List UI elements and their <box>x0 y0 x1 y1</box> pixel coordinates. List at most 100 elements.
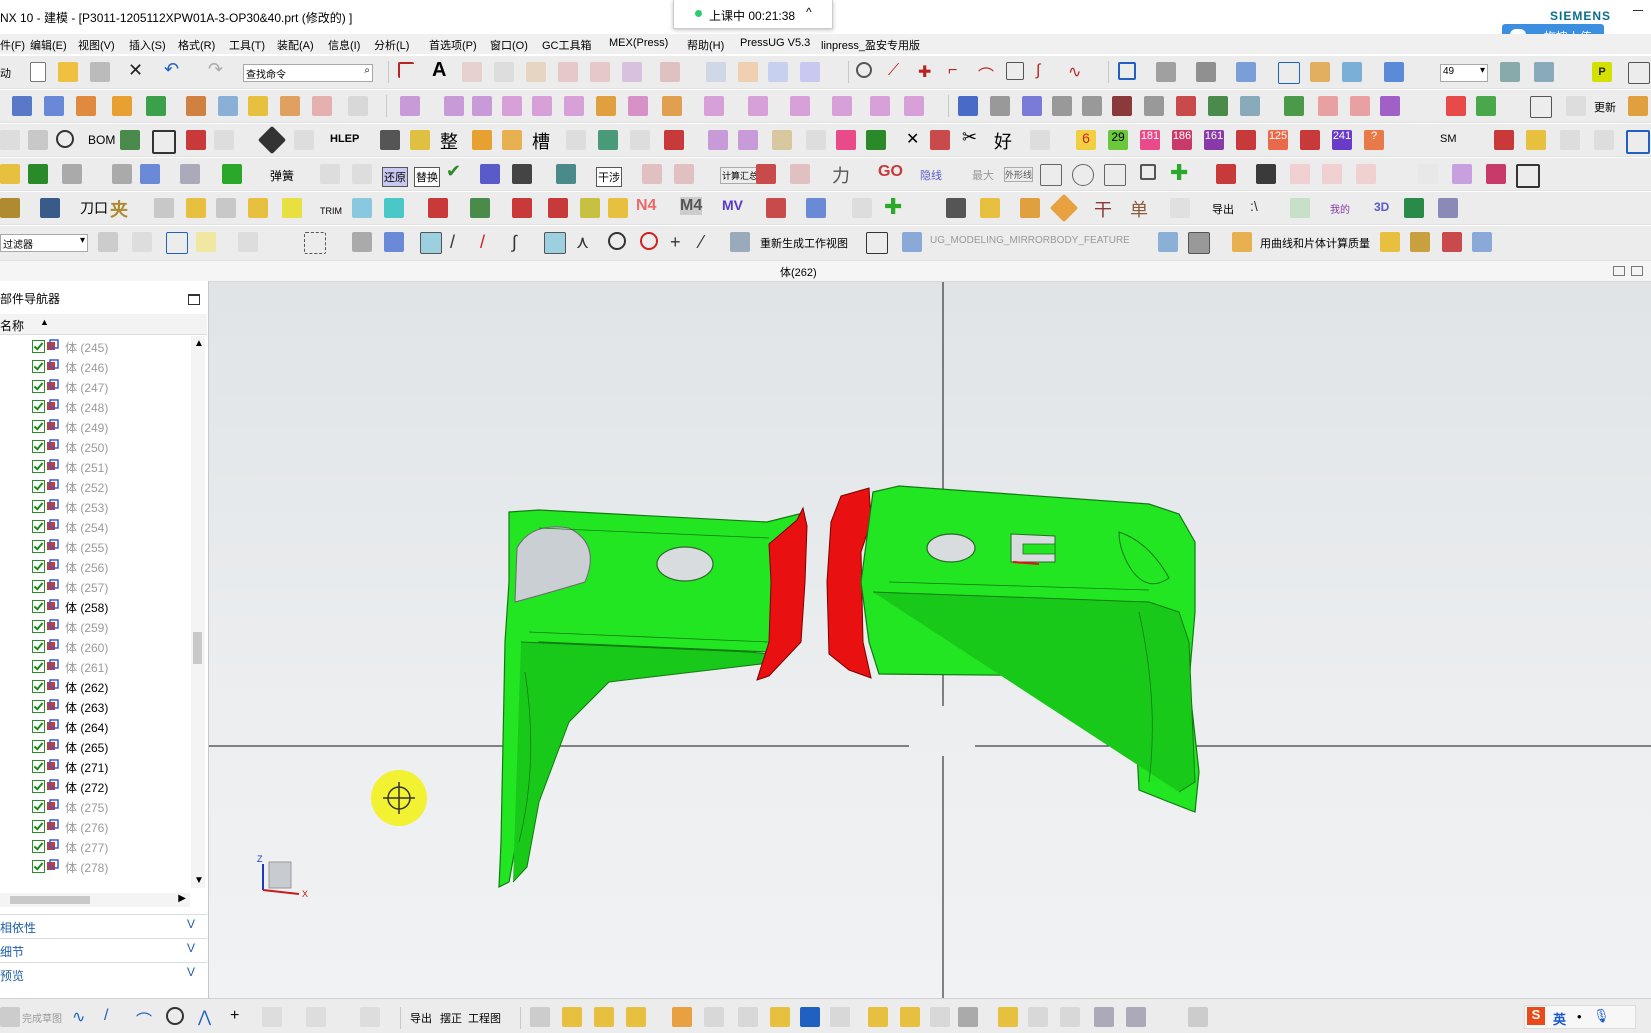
plus-green2-icon[interactable]: ✚ <box>884 194 904 219</box>
visibility-checkbox[interactable] <box>32 420 45 433</box>
extend-icon[interactable]: ✚ <box>918 62 938 82</box>
wrench-icon[interactable] <box>410 130 430 150</box>
cube-yellow-icon[interactable] <box>502 130 522 150</box>
regenerate-label[interactable]: 重新生成工作视图 <box>760 235 848 251</box>
constraint-tool-icon[interactable] <box>360 1007 380 1027</box>
num-29-icon[interactable]: 29 <box>1108 130 1128 150</box>
status-tool-11-icon[interactable] <box>868 1007 888 1027</box>
screw-icon[interactable] <box>1176 96 1196 116</box>
close-icon[interactable]: ✕ <box>128 60 148 80</box>
list-item[interactable]: 体 (275) <box>0 796 190 816</box>
menu-analysis[interactable]: 分析(L) <box>374 37 409 53</box>
menu-assembly[interactable]: 装配(A) <box>277 37 314 53</box>
fillet-curve-icon[interactable]: ⌒ <box>978 62 998 85</box>
shaded-icon[interactable] <box>1156 62 1176 82</box>
bolt-yellow-icon[interactable] <box>580 198 600 218</box>
faded-select-icon[interactable] <box>98 232 118 252</box>
menu-gc-toolbox[interactable]: GC工具箱 <box>542 37 592 53</box>
divider-tool-icon[interactable]: :\ <box>1250 198 1270 218</box>
mirror-feature-label[interactable]: UG_MODELING_MIRRORBODY_FEATURE <box>930 235 1130 246</box>
polyline-tool-icon[interactable]: ⋀ <box>198 1007 218 1027</box>
arc-center-icon[interactable] <box>608 232 626 250</box>
num-241-icon[interactable]: 241 <box>1332 130 1352 150</box>
list-item[interactable]: 体 (256) <box>0 556 190 576</box>
layer-icon[interactable] <box>1310 62 1330 82</box>
status-tool-3-icon[interactable] <box>594 1007 614 1027</box>
status-tool-16-icon[interactable] <box>1028 1007 1048 1027</box>
pad-icon[interactable] <box>348 96 368 116</box>
visibility-checkbox[interactable] <box>32 720 45 733</box>
visibility-checkbox[interactable] <box>32 460 45 473</box>
go-label[interactable]: GO <box>878 163 903 181</box>
subtract-icon[interactable] <box>186 96 206 116</box>
recording-indicator[interactable]: 上课中 00:21:38 ^ <box>673 0 833 29</box>
move-face-icon[interactable] <box>832 96 852 116</box>
list-item[interactable]: 体 (258) <box>0 596 190 616</box>
arrow-text-icon[interactable] <box>28 130 48 150</box>
sm-label[interactable]: SM <box>1440 133 1457 145</box>
grid-black-icon[interactable] <box>946 198 966 218</box>
plus-green-icon[interactable]: ✚ <box>1170 160 1190 185</box>
core-icon[interactable] <box>352 164 372 184</box>
menu-tools[interactable]: 工具(T) <box>229 37 265 53</box>
hole-icon[interactable] <box>248 96 268 116</box>
unite-icon[interactable] <box>146 96 166 116</box>
crossed-tools-icon[interactable] <box>1170 198 1190 218</box>
menu-mex[interactable]: MEX(Press) <box>609 37 668 49</box>
text-param-icon[interactable] <box>1628 96 1648 116</box>
status-tool-5-icon[interactable] <box>672 1007 692 1027</box>
sketch-icon[interactable] <box>494 62 514 82</box>
split-body-icon[interactable] <box>628 96 648 116</box>
move-arrow-icon[interactable] <box>556 164 576 184</box>
m4-label[interactable]: M4 <box>680 197 703 215</box>
yellow-plate2-icon[interactable] <box>282 198 302 218</box>
view-restore-icon[interactable] <box>1613 266 1625 276</box>
mv-label[interactable]: MV <box>722 197 743 213</box>
profile-icon[interactable]: ∿ <box>72 1007 92 1027</box>
point-icon[interactable] <box>856 62 872 78</box>
line-tool-icon[interactable]: / <box>104 1007 124 1027</box>
visibility-checkbox[interactable] <box>32 520 45 533</box>
help-icon[interactable]: ? <box>1364 130 1384 150</box>
window-icon[interactable] <box>1628 62 1650 84</box>
list-item[interactable]: 体 (246) <box>0 356 190 376</box>
list-item[interactable]: 体 (245) <box>0 336 190 356</box>
copy-icon[interactable] <box>738 62 758 82</box>
status-tool-20-icon[interactable] <box>1188 1007 1208 1027</box>
gas-spring-icon[interactable] <box>1284 96 1304 116</box>
visibility-checkbox[interactable] <box>32 540 45 553</box>
layer-settings-icon[interactable] <box>1500 62 1520 82</box>
n4-label[interactable]: N4 <box>636 197 656 215</box>
status-tool-13-icon[interactable] <box>930 1007 950 1027</box>
list-item[interactable]: 体 (255) <box>0 536 190 556</box>
trim-label[interactable]: TRIM <box>320 206 342 216</box>
measure-icon[interactable] <box>112 164 132 184</box>
calc-summary-button[interactable]: 计算汇总 <box>720 167 761 184</box>
visibility-checkbox[interactable] <box>32 860 45 873</box>
tube-icon[interactable] <box>800 62 820 82</box>
list-item[interactable]: 体 (263) <box>0 696 190 716</box>
punch-icon[interactable] <box>1082 96 1102 116</box>
list-item[interactable]: 体 (260) <box>0 636 190 656</box>
plate-icon[interactable] <box>1476 96 1496 116</box>
scroll-up-icon[interactable]: ▲ <box>194 338 204 349</box>
tooth-icon[interactable] <box>428 198 448 218</box>
inspect-icon[interactable] <box>56 130 74 148</box>
scale-body-icon[interactable] <box>564 96 584 116</box>
wrench-red-icon[interactable] <box>1442 232 1462 252</box>
press-icon[interactable] <box>0 130 20 150</box>
status-tool-14-icon[interactable] <box>958 1007 978 1027</box>
max-label[interactable]: 最大 <box>972 167 994 183</box>
visibility-checkbox[interactable] <box>32 800 45 813</box>
regenerate-icon[interactable] <box>730 232 750 252</box>
check-green-icon[interactable] <box>28 164 48 184</box>
checkmark-icon[interactable]: ✔ <box>446 161 466 181</box>
intersection-icon[interactable]: ⋏ <box>576 232 596 252</box>
circle-tool-icon[interactable] <box>166 1007 184 1025</box>
extract-icon[interactable] <box>660 62 680 82</box>
print-icon[interactable] <box>90 62 110 82</box>
command-search-input[interactable]: 查找命令 ⌕ <box>243 64 373 82</box>
expand-chevron-icon[interactable]: V <box>187 965 195 979</box>
status-tool-8-icon[interactable] <box>770 1007 790 1027</box>
hidden-line-label[interactable]: 隐线 <box>920 167 942 183</box>
